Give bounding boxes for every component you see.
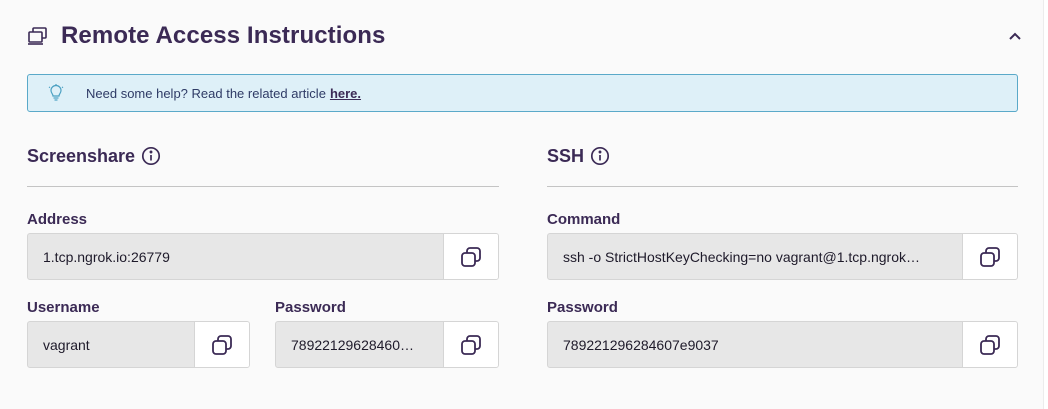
screenshare-section-title: Screenshare bbox=[27, 144, 161, 168]
copy-icon bbox=[980, 246, 1000, 267]
chevron-up-icon[interactable] bbox=[1003, 24, 1027, 48]
ssh-title-text: SSH bbox=[547, 145, 585, 166]
screenshare-password-label: Password bbox=[275, 299, 346, 316]
address-label: Address bbox=[27, 211, 88, 228]
copy-icon bbox=[461, 246, 481, 267]
username-label: Username bbox=[27, 299, 100, 316]
screenshare-password-field: 78922129628460… bbox=[275, 321, 499, 368]
help-text: Need some help? Read the related article bbox=[86, 85, 326, 101]
help-banner: Need some help? Read the related article… bbox=[27, 74, 1018, 112]
copy-icon bbox=[461, 334, 481, 355]
info-icon[interactable] bbox=[141, 146, 161, 166]
copy-ssh-password-button[interactable] bbox=[962, 322, 1017, 367]
ssh-password-field: 789221296284607e9037 bbox=[547, 321, 1018, 368]
copy-icon bbox=[212, 334, 232, 355]
copy-username-button[interactable] bbox=[194, 322, 249, 367]
lightbulb-icon bbox=[48, 84, 66, 102]
computer-icon bbox=[27, 24, 51, 48]
page-title: Remote Access Instructions bbox=[61, 22, 386, 49]
ssh-password-label: Password bbox=[547, 299, 618, 316]
screenshare-password-value[interactable]: 78922129628460… bbox=[276, 322, 443, 367]
copy-screenshare-password-button[interactable] bbox=[443, 322, 498, 367]
command-value[interactable]: ssh -o StrictHostKeyChecking=no vagrant@… bbox=[548, 234, 962, 279]
copy-command-button[interactable] bbox=[962, 234, 1017, 279]
address-value[interactable]: 1.tcp.ngrok.io:26779 bbox=[28, 234, 443, 279]
ssh-password-value[interactable]: 789221296284607e9037 bbox=[548, 322, 962, 367]
remote-access-panel: Remote Access Instructions Need some hel… bbox=[0, 0, 1044, 409]
command-field: ssh -o StrictHostKeyChecking=no vagrant@… bbox=[547, 233, 1018, 280]
username-field: vagrant bbox=[27, 321, 250, 368]
info-icon[interactable] bbox=[590, 146, 610, 166]
screenshare-divider bbox=[27, 186, 499, 187]
ssh-section-title: SSH bbox=[547, 144, 610, 168]
copy-address-button[interactable] bbox=[443, 234, 498, 279]
help-article-link[interactable]: here. bbox=[330, 86, 361, 101]
command-label: Command bbox=[547, 211, 621, 228]
copy-icon bbox=[980, 334, 1000, 355]
panel-header: Remote Access Instructions bbox=[27, 18, 1027, 54]
ssh-divider bbox=[547, 186, 1018, 187]
username-value[interactable]: vagrant bbox=[28, 322, 194, 367]
screenshare-title-text: Screenshare bbox=[27, 145, 136, 166]
address-field: 1.tcp.ngrok.io:26779 bbox=[27, 233, 499, 280]
